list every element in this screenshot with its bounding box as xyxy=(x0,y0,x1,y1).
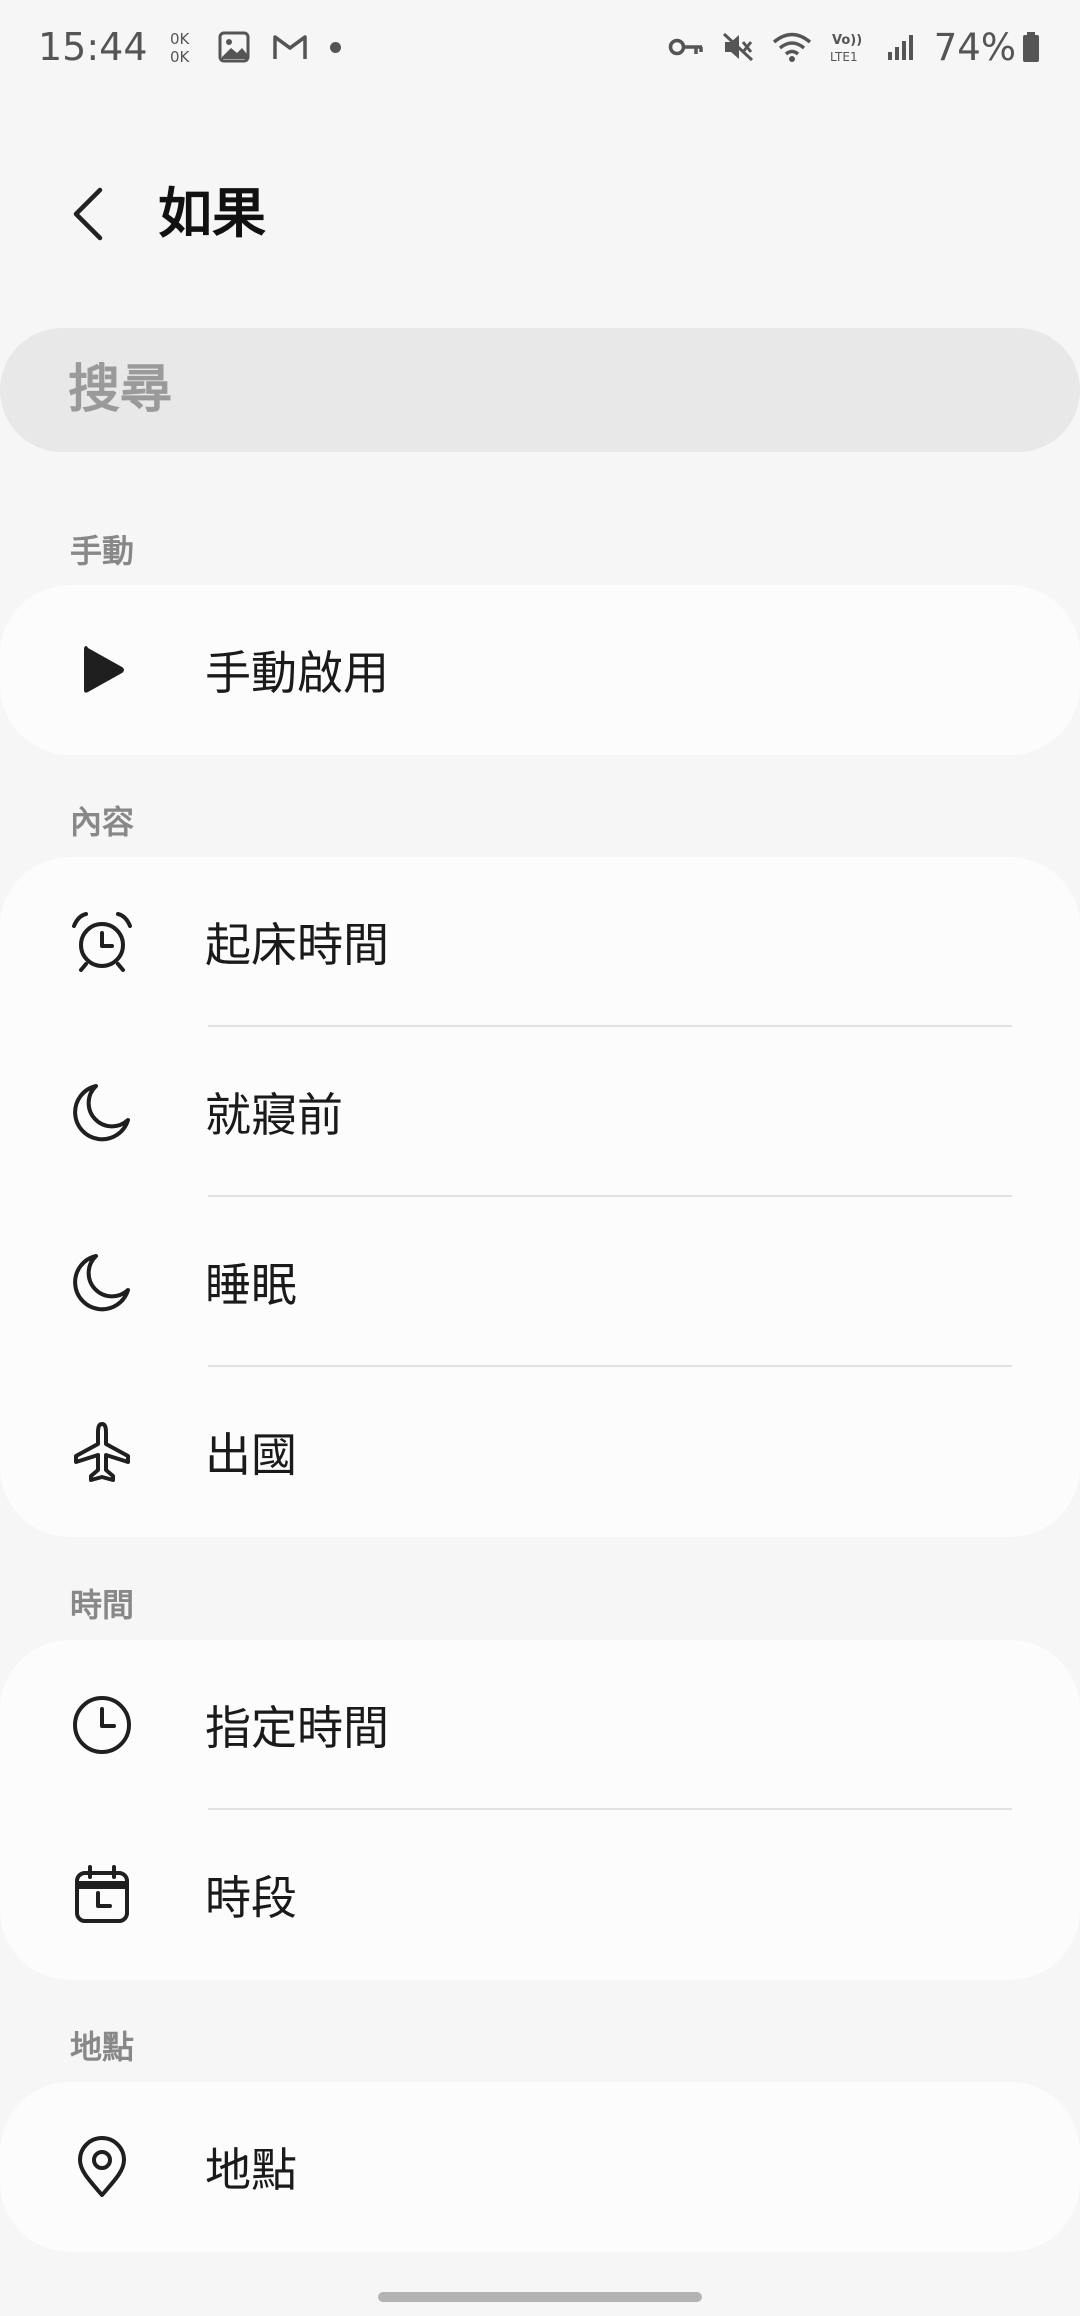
list-item-before-bed[interactable]: 就寢前 xyxy=(0,1027,1080,1197)
more-notifications-dot xyxy=(329,41,341,53)
gmail-icon xyxy=(272,35,307,59)
list-item-manual-activate[interactable]: 手動啟用 xyxy=(0,585,1080,755)
list-item-label: 指定時間 xyxy=(205,1701,389,1755)
battery-icon xyxy=(1023,32,1039,62)
airplane-icon xyxy=(70,1420,134,1484)
location-pin-icon xyxy=(70,2135,134,2199)
screen: 15:44 0K 0K Vo)) LTE1 74% 如果 搜尋 手動 手動啟用 … xyxy=(0,0,1080,2316)
list-item-wake-up[interactable]: 起床時間 xyxy=(0,857,1080,1027)
battery-percent: 74% xyxy=(933,25,1016,69)
signal-icon xyxy=(887,35,913,60)
moon-icon xyxy=(70,1080,134,1144)
svg-text:Vo)): Vo)) xyxy=(832,33,862,48)
card-content: 起床時間 就寢前 睡眠 出國 xyxy=(0,857,1080,1537)
card-location: 地點 xyxy=(0,2082,1080,2252)
back-button[interactable] xyxy=(56,174,120,254)
mute-icon xyxy=(722,32,753,62)
app-header: 如果 xyxy=(0,160,1080,270)
wifi-icon xyxy=(772,32,811,62)
list-item-label: 地點 xyxy=(205,2143,297,2197)
svg-text:LTE1: LTE1 xyxy=(830,50,858,64)
home-indicator[interactable] xyxy=(378,2292,702,2302)
list-item-time-period[interactable]: 時段 xyxy=(0,1810,1080,1980)
search-input[interactable] xyxy=(68,360,968,420)
list-item-specific-time[interactable]: 指定時間 xyxy=(0,1640,1080,1810)
vpn-key-icon xyxy=(668,38,703,56)
clock-icon xyxy=(70,1693,134,1757)
list-item-label: 手動啟用 xyxy=(205,646,389,700)
calendar-clock-icon xyxy=(70,1863,134,1927)
list-item-location[interactable]: 地點 xyxy=(0,2082,1080,2252)
data-saver-icon: 0K 0K xyxy=(170,30,191,65)
status-bar: 15:44 0K 0K Vo)) LTE1 74% xyxy=(0,0,1080,94)
moon-icon xyxy=(70,1250,134,1314)
list-item-label: 出國 xyxy=(205,1428,297,1482)
card-manual: 手動啟用 xyxy=(0,585,1080,755)
status-time: 15:44 xyxy=(38,25,148,69)
alarm-clock-icon xyxy=(70,910,134,974)
list-item-label: 就寢前 xyxy=(205,1088,343,1142)
card-time: 指定時間 時段 xyxy=(0,1640,1080,1980)
section-label-manual: 手動 xyxy=(70,532,135,570)
play-icon xyxy=(70,638,134,702)
volte-icon: Vo)) LTE1 xyxy=(830,33,862,64)
section-label-content: 內容 xyxy=(70,803,135,841)
page-title: 如果 xyxy=(158,182,266,245)
image-notification-icon xyxy=(218,31,250,63)
list-item-label: 起床時間 xyxy=(205,918,389,972)
list-item-sleep[interactable]: 睡眠 xyxy=(0,1197,1080,1367)
back-arrow-icon xyxy=(73,187,103,241)
svg-text:0K: 0K xyxy=(170,30,191,48)
list-item-abroad[interactable]: 出國 xyxy=(0,1367,1080,1537)
status-right: Vo)) LTE1 74% xyxy=(650,26,1040,69)
section-label-time: 時間 xyxy=(70,1586,135,1624)
list-item-label: 時段 xyxy=(205,1871,297,1925)
svg-text:0K: 0K xyxy=(170,48,191,65)
status-left: 15:44 0K 0K xyxy=(38,25,363,69)
section-label-location: 地點 xyxy=(70,2028,135,2066)
search-box[interactable] xyxy=(0,328,1080,452)
list-item-label: 睡眠 xyxy=(205,1258,297,1312)
